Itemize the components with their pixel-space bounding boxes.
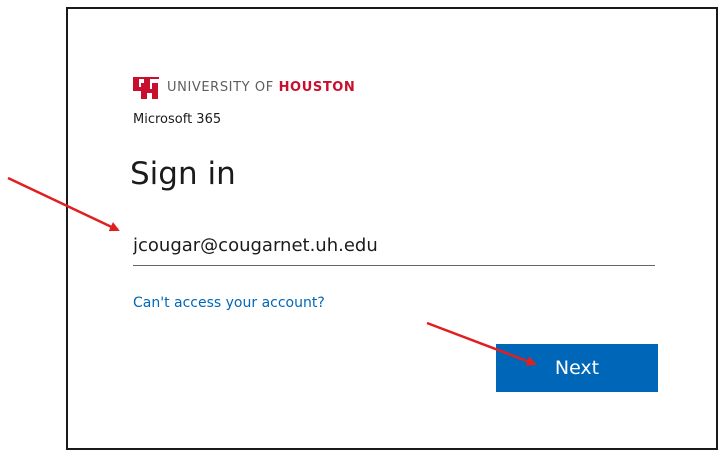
email-field-container bbox=[133, 226, 655, 266]
page-title: Sign in bbox=[130, 156, 236, 192]
university-brand: UNIVERSITY OF HOUSTON bbox=[133, 77, 355, 99]
product-name: Microsoft 365 bbox=[133, 112, 222, 127]
screenshot-stage: UNIVERSITY OF HOUSTON Microsoft 365 Sign… bbox=[0, 0, 726, 456]
next-button[interactable]: Next bbox=[496, 344, 658, 392]
uh-logo-icon bbox=[133, 77, 159, 99]
cant-access-account-link[interactable]: Can't access your account? bbox=[133, 295, 325, 311]
brand-prefix: UNIVERSITY OF bbox=[167, 80, 279, 95]
email-field[interactable] bbox=[133, 226, 655, 264]
brand-text: UNIVERSITY OF HOUSTON bbox=[167, 77, 355, 99]
brand-name: HOUSTON bbox=[278, 80, 356, 95]
